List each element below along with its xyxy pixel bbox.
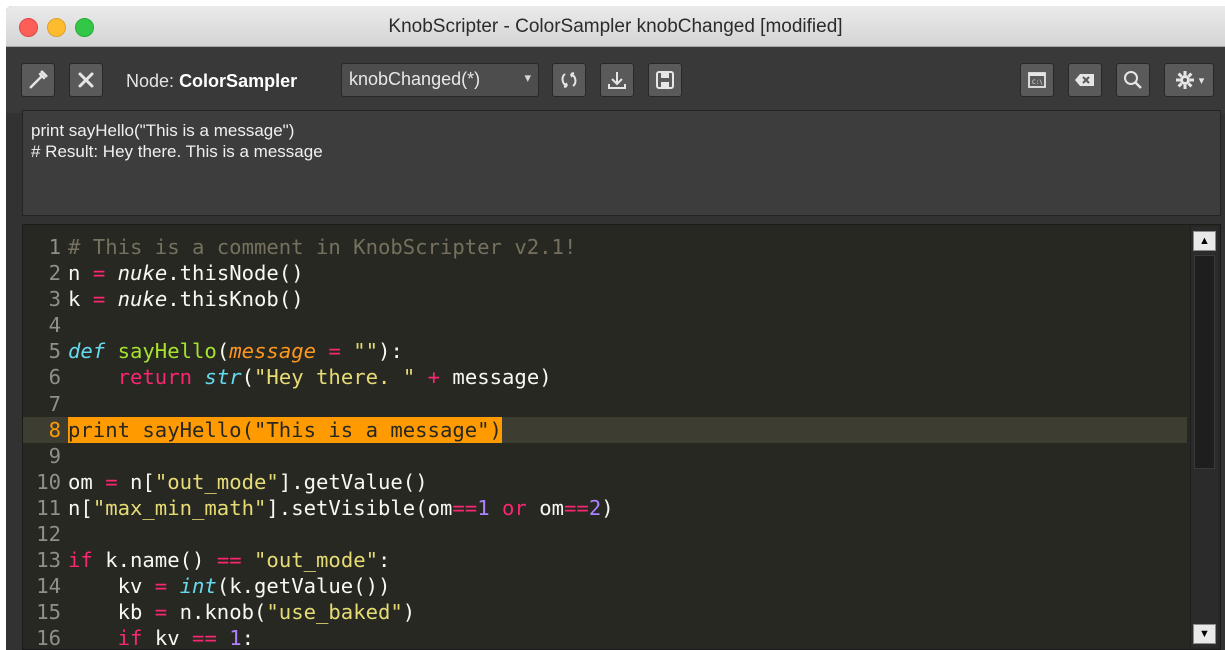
scroll-up-button[interactable]: ▲: [1193, 231, 1216, 251]
console-line: # Result: Hey there. This is a message: [31, 142, 323, 161]
reload-icon: [558, 69, 580, 91]
search-icon: [1122, 69, 1144, 91]
vertical-scrollbar[interactable]: ▲ ▼: [1190, 227, 1218, 647]
clear-console-button[interactable]: [1068, 63, 1102, 97]
line-number: 6: [48, 365, 61, 390]
code-line: n["max_min_math"].setVisible(om==1 or om…: [68, 495, 614, 520]
node-label: Node: ColorSampler: [126, 71, 297, 92]
knob-select[interactable]: knobChanged(*) ▾: [341, 63, 539, 97]
line-number: 12: [36, 522, 61, 547]
line-number: 2: [48, 261, 61, 286]
current-line: 8 print sayHello("This is a message"): [23, 416, 1187, 443]
line-number: 1: [48, 235, 61, 259]
code-area[interactable]: 1 # This is a comment in KnobScripter v2.…: [23, 234, 1187, 650]
close-script-button[interactable]: [69, 63, 103, 97]
code-line: return str("Hey there. " + message): [117, 365, 552, 390]
code-line: n = nuke.thisNode(): [68, 261, 304, 286]
search-button[interactable]: [1116, 63, 1150, 97]
pick-knob-icon: [27, 69, 49, 91]
line-number: 5: [48, 339, 61, 364]
line-number: 4: [48, 313, 61, 338]
line-number: 16: [36, 626, 61, 650]
line-number: 9: [48, 443, 61, 468]
console-line: print sayHello("This is a message"): [31, 121, 295, 140]
console-icon: C:\: [1026, 69, 1048, 91]
node-prefix: Node:: [126, 71, 175, 91]
code-line-highlighted: print sayHello("This is a message"): [68, 416, 502, 443]
knobscripter-window: KnobScripter - ColorSampler knobChanged …: [6, 6, 1225, 650]
output-console[interactable]: print sayHello("This is a message") # Re…: [22, 110, 1221, 216]
reload-button[interactable]: [552, 63, 586, 97]
scrollbar-thumb[interactable]: [1194, 255, 1215, 469]
settings-button[interactable]: ▾: [1164, 63, 1214, 97]
code-line: def sayHello(message = ""):: [68, 339, 403, 364]
line-number: 14: [36, 574, 61, 599]
script-editor[interactable]: 1 # This is a comment in KnobScripter v2.…: [22, 224, 1221, 650]
close-icon: [76, 70, 96, 90]
line-number: 10: [36, 469, 61, 494]
toolbar: Node: ColorSampler knobChanged(*) ▾ C:\: [6, 47, 1225, 113]
code-line: kv = int(k.getValue()): [68, 574, 391, 599]
line-number: 13: [36, 548, 61, 573]
load-icon: [606, 69, 628, 91]
code-line: k = nuke.thisKnob(): [68, 287, 304, 312]
window-title: KnobScripter - ColorSampler knobChanged …: [388, 16, 843, 37]
node-name: ColorSampler: [179, 71, 298, 91]
line-number: 7: [48, 391, 61, 416]
code-line: kb = n.knob("use_baked"): [68, 600, 416, 625]
pick-knob-button[interactable]: [21, 63, 55, 97]
code-line: # This is a comment in KnobScripter v2.1…: [68, 235, 577, 259]
title-bar[interactable]: KnobScripter - ColorSampler knobChanged …: [6, 6, 1225, 47]
load-button[interactable]: [600, 63, 634, 97]
code-line: om = n["out_mode"].getValue(): [68, 469, 428, 494]
toggle-console-button[interactable]: C:\: [1020, 63, 1054, 97]
line-number: 11: [36, 495, 61, 520]
clear-console-icon: [1073, 69, 1097, 91]
chevron-down-icon: ▾: [1198, 74, 1205, 87]
line-number: 8: [48, 417, 61, 442]
knob-select-value: knobChanged(*): [349, 69, 481, 89]
save-button[interactable]: [648, 63, 682, 97]
code-line: if kv == 1:: [117, 626, 255, 650]
gear-icon: [1174, 69, 1196, 91]
code-line: if k.name() == "out_mode":: [68, 548, 391, 573]
svg-text:C:\: C:\: [1032, 79, 1043, 86]
scroll-down-button[interactable]: ▼: [1193, 624, 1216, 644]
save-icon: [654, 69, 676, 91]
line-number: 15: [36, 600, 61, 625]
chevron-down-icon: ▾: [524, 70, 531, 85]
line-number: 3: [48, 287, 61, 312]
